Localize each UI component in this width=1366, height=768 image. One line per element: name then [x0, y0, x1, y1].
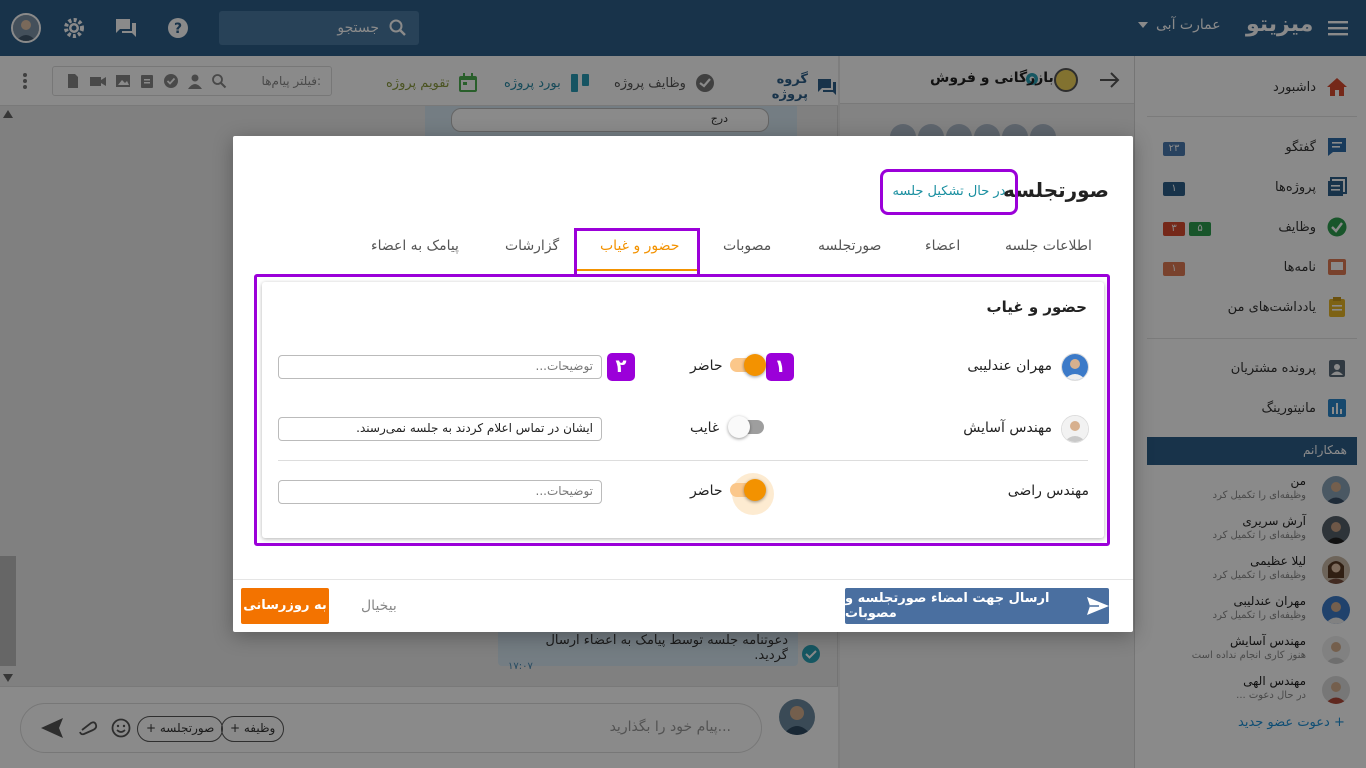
member-name: مهندس آسایش	[963, 420, 1052, 436]
active-tab-underline	[577, 269, 697, 271]
send-for-signature-button[interactable]: ارسال جهت امضاء صورتجلسه و مصوبات	[845, 588, 1109, 624]
tab-reports[interactable]: گزارشات	[505, 238, 559, 254]
card-title: حضور و غیاب	[986, 298, 1087, 316]
send-label: ارسال جهت امضاء صورتجلسه و مصوبات	[845, 591, 1050, 621]
attendance-card: حضور و غیاب مهران عندلیبی ۱ حاضر ۲ توضیح…	[262, 282, 1104, 538]
attendance-state: حاضر	[690, 358, 723, 374]
member-name: مهران عندلیبی	[967, 358, 1052, 374]
avatar	[1061, 353, 1089, 381]
attendance-state: حاضر	[690, 483, 723, 499]
attendance-row: مهندس آسایش غایب ایشان در تماس اعلام کرد…	[262, 409, 1104, 449]
toggle-knob	[728, 416, 750, 438]
attendance-row: مهندس راضی حاضر توضیحات...	[262, 472, 1104, 515]
attendance-state: غایب	[690, 420, 720, 436]
meeting-status-badge: در حال تشکیل جلسه	[880, 169, 1018, 215]
tab-sms-members[interactable]: پیامک به اعضاء	[371, 238, 459, 254]
attendance-toggle[interactable]	[730, 354, 766, 376]
tab-minutes[interactable]: صورتجلسه	[818, 238, 881, 254]
notes-input[interactable]: ایشان در تماس اعلام کردند به جلسه نمی‌رس…	[278, 417, 602, 441]
row-divider	[278, 460, 1088, 461]
tab-resolutions[interactable]: مصوبات	[723, 238, 771, 254]
attendance-row: مهران عندلیبی ۱ حاضر ۲ توضیحات...	[262, 347, 1104, 387]
notes-input[interactable]: توضیحات...	[278, 480, 602, 504]
cancel-button[interactable]: بیخیال	[361, 598, 397, 614]
tab-meeting-info[interactable]: اطلاعات جلسه	[1005, 238, 1092, 254]
member-name: مهندس راضی	[1007, 483, 1089, 499]
step-marker-1: ۱	[766, 353, 794, 381]
notes-input[interactable]: توضیحات...	[278, 355, 602, 379]
step-marker-2: ۲	[607, 353, 635, 381]
update-button[interactable]: به روزرسانی	[241, 588, 329, 624]
minutes-modal: صورتجلسه در حال تشکیل جلسه اطلاعات جلسه …	[233, 136, 1133, 632]
avatar	[1061, 415, 1089, 443]
tab-attendance[interactable]: حضور و غیاب	[600, 238, 679, 254]
modal-title: صورتجلسه	[1003, 178, 1109, 202]
toggle-knob	[744, 479, 766, 501]
send-icon	[1087, 597, 1109, 615]
toggle-knob	[744, 354, 766, 376]
attendance-toggle[interactable]	[730, 479, 766, 501]
tab-members[interactable]: اعضاء	[925, 238, 960, 254]
modal-footer-divider	[233, 579, 1133, 580]
attendance-toggle[interactable]	[728, 416, 764, 438]
